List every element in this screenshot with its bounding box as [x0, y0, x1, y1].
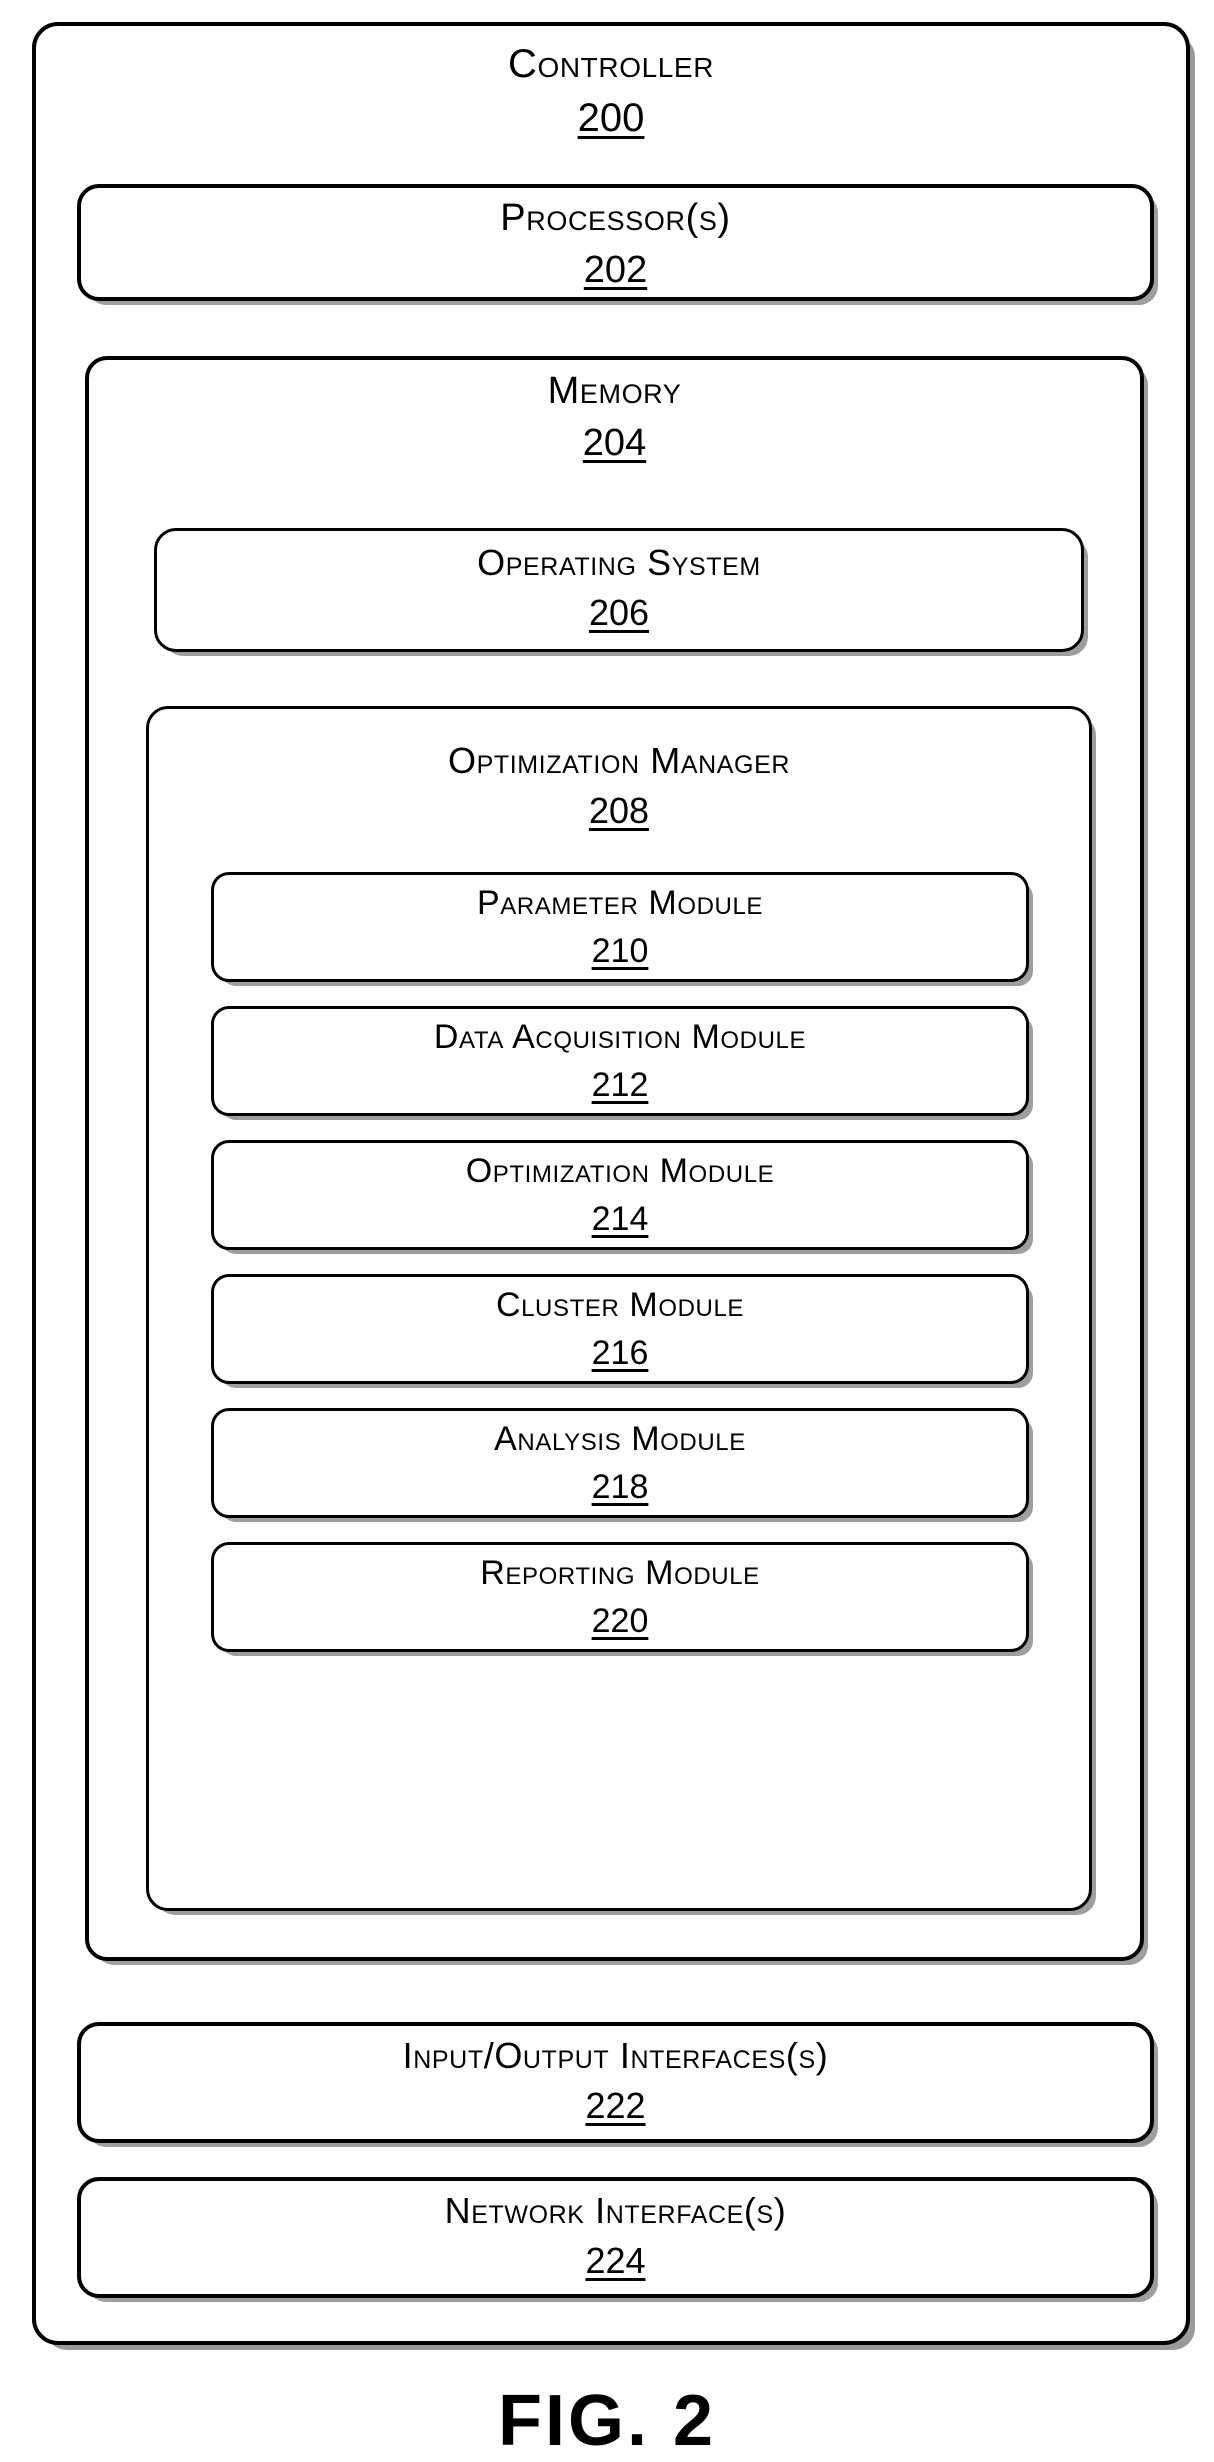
module-numeral: 216: [591, 1334, 649, 1372]
processor-title: Processor(s): [500, 197, 731, 239]
module-title: Reporting Module: [480, 1554, 760, 1592]
optimization-manager-box: Optimization Manager 208 Parameter Modul…: [146, 706, 1092, 1911]
figure-caption: FIG. 2: [497, 2381, 717, 2461]
module-label: Reporting Module 220: [214, 1556, 1026, 1638]
operating-system-numeral: 206: [588, 592, 650, 633]
module-box-cluster: Cluster Module 216: [211, 1274, 1029, 1384]
memory-box: Memory 204 Operating System 206 Optimiza…: [85, 356, 1144, 1961]
processor-box: Processor(s) 202: [77, 184, 1154, 301]
module-box-parameter: Parameter Module 210: [211, 872, 1029, 982]
controller-title: Controller: [507, 42, 715, 86]
controller-label: Controller 200: [36, 44, 1186, 138]
operating-system-title: Operating System: [477, 542, 761, 583]
module-title: Data Acquisition Module: [433, 1018, 807, 1056]
module-title: Analysis Module: [494, 1420, 746, 1458]
operating-system-box: Operating System 206: [154, 528, 1084, 652]
io-interfaces-numeral: 222: [585, 2085, 646, 2126]
module-numeral: 210: [591, 932, 649, 970]
module-numeral: 212: [591, 1066, 649, 1104]
module-label: Analysis Module 218: [214, 1422, 1026, 1504]
module-box-reporting: Reporting Module 220: [211, 1542, 1029, 1652]
optimization-manager-numeral: 208: [588, 790, 650, 831]
processor-numeral: 202: [583, 249, 648, 291]
module-box-analysis: Analysis Module 218: [211, 1408, 1029, 1518]
module-box-data-acquisition: Data Acquisition Module 212: [211, 1006, 1029, 1116]
network-interfaces-label: Network Interface(s) 224: [81, 2193, 1150, 2279]
module-title: Optimization Module: [465, 1152, 775, 1190]
optimization-manager-title: Optimization Manager: [447, 740, 791, 781]
module-numeral: 218: [591, 1468, 649, 1506]
controller-numeral: 200: [577, 96, 645, 140]
module-numeral: 220: [591, 1602, 649, 1640]
memory-numeral: 204: [582, 422, 647, 464]
module-label: Parameter Module 210: [214, 886, 1026, 968]
io-interfaces-title: Input/Output Interfaces(s): [402, 2035, 829, 2076]
io-interfaces-box: Input/Output Interfaces(s) 222: [77, 2022, 1154, 2143]
network-interfaces-title: Network Interface(s): [444, 2190, 787, 2231]
module-title: Parameter Module: [476, 884, 764, 922]
memory-label: Memory 204: [89, 372, 1140, 462]
io-interfaces-label: Input/Output Interfaces(s) 222: [81, 2038, 1150, 2124]
controller-box: Controller 200 Processor(s) 202 Memory 2…: [32, 22, 1190, 2345]
network-interfaces-numeral: 224: [585, 2240, 646, 2281]
operating-system-label: Operating System 206: [157, 545, 1081, 631]
module-label: Optimization Module 214: [214, 1154, 1026, 1236]
processor-label: Processor(s) 202: [81, 199, 1150, 289]
network-interfaces-box: Network Interface(s) 224: [77, 2177, 1154, 2298]
module-label: Data Acquisition Module 212: [214, 1020, 1026, 1102]
module-box-optimization: Optimization Module 214: [211, 1140, 1029, 1250]
memory-title: Memory: [547, 370, 682, 412]
module-numeral: 214: [591, 1200, 649, 1238]
module-title: Cluster Module: [495, 1286, 745, 1324]
optimization-manager-label: Optimization Manager 208: [149, 743, 1089, 829]
module-label: Cluster Module 216: [214, 1288, 1026, 1370]
